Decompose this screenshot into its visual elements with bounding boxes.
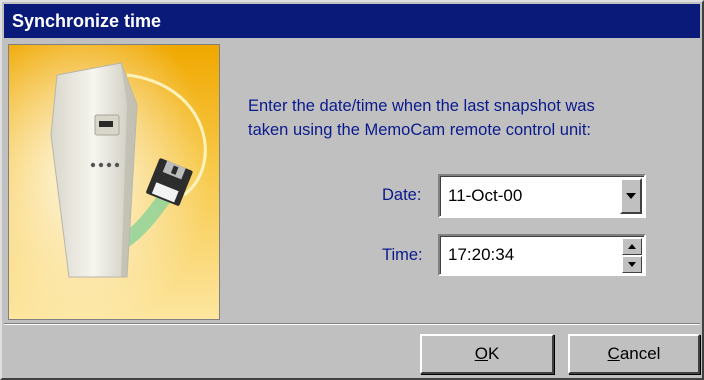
time-spinner[interactable]: 17:20:34 (438, 234, 646, 276)
ok-button[interactable]: OK (420, 334, 554, 374)
cancel-mnemonic: C (607, 344, 620, 363)
time-spin-up-button[interactable] (622, 238, 642, 255)
date-dropdown-button[interactable] (620, 178, 642, 214)
instructions-line-2: taken using the MemoCam remote control u… (248, 121, 591, 139)
cancel-label-rest: ancel (619, 344, 661, 363)
synchronize-time-dialog: Synchronize time Enter the date/time whe… (0, 0, 704, 380)
ok-mnemonic: O (474, 344, 488, 363)
ok-label-rest: K (487, 344, 500, 363)
dialog-title: Synchronize time (4, 4, 700, 38)
time-value: 17:20:34 (448, 245, 515, 264)
spin-down-icon (628, 262, 636, 267)
date-value: 11-Oct-00 (448, 186, 523, 205)
time-label: Time: (382, 246, 423, 264)
time-spin-down-button[interactable] (622, 256, 642, 273)
memocam-device-icon (9, 45, 219, 319)
date-label: Date: (382, 186, 422, 204)
button-separator (4, 323, 700, 325)
cancel-button[interactable]: Cancel (568, 334, 700, 374)
memocam-illustration (8, 44, 220, 320)
chevron-down-icon (626, 193, 636, 199)
spin-up-icon (628, 244, 636, 249)
instructions-text: Enter the date/time when the last snapsh… (248, 94, 678, 142)
date-dropdown[interactable]: 11-Oct-00 (438, 174, 646, 218)
instructions-line-1: Enter the date/time when the last snapsh… (248, 97, 595, 115)
